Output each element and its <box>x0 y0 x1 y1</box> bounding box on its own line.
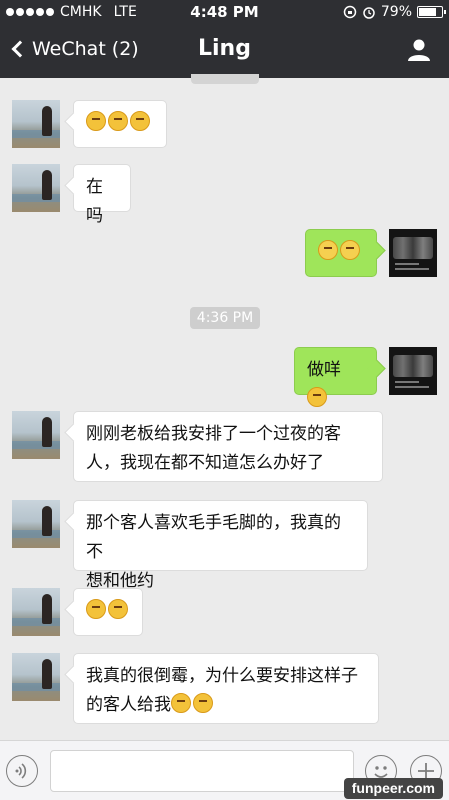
contact-avatar[interactable] <box>12 500 60 548</box>
message-input[interactable] <box>50 750 354 792</box>
squint-emoji-icon <box>108 599 128 619</box>
message-text: 做咩 <box>307 360 341 380</box>
ghost-emoji-icon <box>340 240 360 260</box>
chat-title: Ling <box>198 36 251 61</box>
watermark: funpeer.com <box>343 778 443 799</box>
squint-emoji-icon <box>193 693 213 713</box>
contact-avatar[interactable] <box>12 411 60 459</box>
status-bar: CMHK LTE 4:48 PM 79% <box>0 0 449 24</box>
battery-icon <box>417 6 446 18</box>
header: CMHK LTE 4:48 PM 79% WeChat (2) Ling <box>0 0 449 78</box>
message-text-line: 的客人给我 <box>86 695 171 715</box>
contact-avatar[interactable] <box>12 100 60 148</box>
squint-emoji-icon <box>130 111 150 131</box>
message-bubble-sent[interactable] <box>305 229 377 277</box>
message-bubble-received[interactable]: 在吗 <box>73 164 131 226</box>
timestamp: 4:36 PM <box>190 307 260 329</box>
squint-emoji-icon <box>86 111 106 131</box>
ghost-emoji-icon <box>318 240 338 260</box>
rotation-lock-icon <box>343 5 357 19</box>
alarm-icon <box>363 7 375 19</box>
my-avatar[interactable] <box>389 347 437 395</box>
hand-over-mouth-emoji-icon <box>307 387 327 407</box>
message-bubble-sent[interactable]: 做咩 <box>294 347 377 407</box>
contact-avatar[interactable] <box>12 653 60 701</box>
message-text: 在吗 <box>86 177 103 226</box>
message-bubble-received[interactable]: 那个客人喜欢毛手毛脚的，我真的不 想和他约 <box>73 500 368 591</box>
message-text-line: 那个客人喜欢毛手毛脚的，我真的不 <box>86 513 341 562</box>
my-avatar[interactable] <box>389 229 437 277</box>
squint-emoji-icon <box>108 111 128 131</box>
battery-percent: 79% <box>380 4 412 20</box>
voice-icon <box>15 763 27 779</box>
chat-area[interactable]: 在吗 4:36 PM 做咩 刚刚老板给我安排了一个过夜的客 人，我现在都不知道怎… <box>0 74 449 740</box>
squint-emoji-icon <box>171 693 191 713</box>
voice-button[interactable] <box>6 755 38 787</box>
message-text-line: 刚刚老板给我安排了一个过夜的客 <box>86 424 341 444</box>
profile-button[interactable] <box>407 38 431 62</box>
message-text-line: 人，我现在都不知道怎么办好了 <box>86 453 324 473</box>
message-text-line: 我真的很倒霉，为什么要安排这样子 <box>86 666 358 686</box>
timestamp-pill-partial <box>191 74 259 84</box>
contact-avatar[interactable] <box>12 588 60 636</box>
message-bubble-received[interactable]: 我真的很倒霉，为什么要安排这样子 的客人给我 <box>73 653 379 724</box>
message-bubble-received[interactable] <box>73 100 167 148</box>
squint-emoji-icon <box>86 599 106 619</box>
message-bubble-received[interactable] <box>73 588 143 636</box>
contact-avatar[interactable] <box>12 164 60 212</box>
profile-icon <box>408 39 430 61</box>
message-bubble-received[interactable]: 刚刚老板给我安排了一个过夜的客 人，我现在都不知道怎么办好了 <box>73 411 383 482</box>
